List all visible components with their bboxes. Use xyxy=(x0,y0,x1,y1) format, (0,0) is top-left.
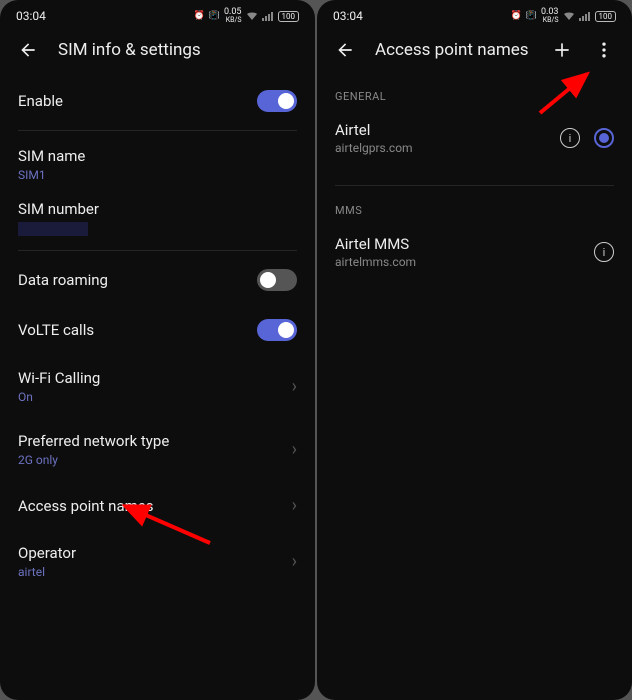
overflow-menu-icon[interactable] xyxy=(592,38,616,62)
status-time: 03:04 xyxy=(333,9,363,23)
info-icon[interactable]: i xyxy=(594,242,614,262)
status-icons: ⏰ 📳 0.05 KB/S 100 xyxy=(194,8,300,24)
alarm-icon: ⏰ xyxy=(511,11,522,21)
operator-row[interactable]: Operator airtel › xyxy=(18,530,297,593)
vibrate-icon: 📳 xyxy=(526,11,537,21)
apn-item-airtel[interactable]: Airtel airtelgprs.com i xyxy=(335,109,614,167)
net-unit: KB/S xyxy=(226,17,242,24)
volte-row[interactable]: VoLTE calls xyxy=(18,305,297,355)
battery-indicator: 100 xyxy=(278,11,300,22)
preferred-network-row[interactable]: Preferred network type 2G only › xyxy=(18,418,297,481)
info-icon[interactable]: i xyxy=(560,128,580,148)
sim-number-label: SIM number xyxy=(18,200,99,218)
enable-row[interactable]: Enable xyxy=(18,76,297,126)
back-icon[interactable] xyxy=(333,38,357,62)
wifi-icon xyxy=(563,11,575,21)
add-icon[interactable] xyxy=(550,38,574,62)
divider xyxy=(335,185,614,186)
vibrate-icon: 📳 xyxy=(209,11,220,21)
page-title: SIM info & settings xyxy=(58,40,299,60)
status-bar: 03:04 ⏰ 📳 0.03 KB/S 100 xyxy=(317,0,632,28)
battery-indicator: 100 xyxy=(595,11,617,22)
apn-label: Access point names xyxy=(18,497,153,515)
sim-name-value: SIM1 xyxy=(18,168,46,182)
chevron-right-icon: › xyxy=(292,439,297,460)
wifi-calling-label: Wi-Fi Calling xyxy=(18,369,100,387)
divider xyxy=(18,130,297,131)
apn-row[interactable]: Access point names › xyxy=(18,481,297,530)
phone-right: 03:04 ⏰ 📳 0.03 KB/S 100 Access point nam… xyxy=(317,0,632,700)
alarm-icon: ⏰ xyxy=(194,11,205,21)
section-mms: MMS xyxy=(335,190,614,223)
wifi-calling-row[interactable]: Wi-Fi Calling On › xyxy=(18,355,297,418)
section-general: GENERAL xyxy=(335,76,614,109)
status-icons: ⏰ 📳 0.03 KB/S 100 xyxy=(511,8,617,24)
net-unit: KB/S xyxy=(543,17,559,24)
apn-host: airtelgprs.com xyxy=(335,141,560,155)
divider xyxy=(18,250,297,251)
signal-icon xyxy=(262,11,274,21)
app-bar: SIM info & settings xyxy=(0,28,315,76)
enable-toggle[interactable] xyxy=(257,90,297,112)
chevron-right-icon: › xyxy=(292,551,297,572)
app-bar: Access point names xyxy=(317,28,632,76)
status-bar: 03:04 ⏰ 📳 0.05 KB/S 100 xyxy=(0,0,315,28)
apn-name: Airtel MMS xyxy=(335,235,594,253)
data-roaming-toggle[interactable] xyxy=(257,269,297,291)
sim-number-redacted xyxy=(18,222,88,236)
apn-item-airtel-mms[interactable]: Airtel MMS airtelmms.com i xyxy=(335,223,614,281)
operator-value: airtel xyxy=(18,565,76,579)
signal-icon xyxy=(579,11,591,21)
apn-list: GENERAL Airtel airtelgprs.com i MMS Airt… xyxy=(317,76,632,700)
sim-number-row[interactable]: SIM number xyxy=(18,190,297,246)
settings-list: Enable SIM name SIM1 SIM number Data roa… xyxy=(0,76,315,700)
wifi-icon xyxy=(246,11,258,21)
data-roaming-row[interactable]: Data roaming xyxy=(18,255,297,305)
phone-left: 03:04 ⏰ 📳 0.05 KB/S 100 SIM info & setti… xyxy=(0,0,315,700)
wifi-calling-value: On xyxy=(18,390,100,404)
chevron-right-icon: › xyxy=(292,495,297,516)
back-icon[interactable] xyxy=(16,38,40,62)
sim-name-label: SIM name xyxy=(18,147,85,165)
apn-name: Airtel xyxy=(335,121,560,139)
volte-toggle[interactable] xyxy=(257,319,297,341)
apn-host: airtelmms.com xyxy=(335,255,594,269)
volte-label: VoLTE calls xyxy=(18,321,94,339)
preferred-network-value: 2G only xyxy=(18,453,169,467)
sim-name-row[interactable]: SIM name SIM1 xyxy=(18,135,297,190)
operator-label: Operator xyxy=(18,544,76,562)
preferred-network-label: Preferred network type xyxy=(18,432,169,450)
page-title: Access point names xyxy=(375,40,532,60)
apn-radio[interactable] xyxy=(594,128,614,148)
enable-label: Enable xyxy=(18,92,63,110)
data-roaming-label: Data roaming xyxy=(18,271,108,289)
chevron-right-icon: › xyxy=(292,376,297,397)
status-time: 03:04 xyxy=(16,9,46,23)
